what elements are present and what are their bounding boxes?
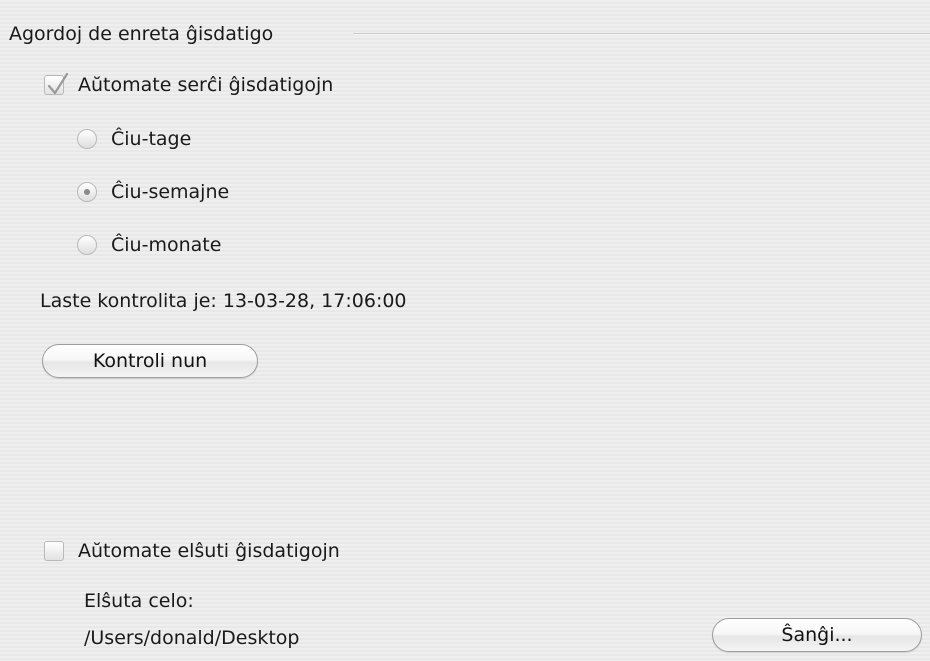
radio-weekly-button[interactable] (77, 182, 97, 202)
download-target-label: Elŝuta celo: (84, 590, 194, 612)
auto-download-checkbox[interactable] (44, 541, 64, 561)
radio-monthly-label: Ĉiu-monate (111, 234, 222, 256)
auto-check-label: Aŭtomate serĉi ĝisdatigojn (78, 74, 334, 96)
download-path: /Users/donald/Desktop (84, 627, 300, 649)
radio-selected-dot (84, 189, 90, 195)
change-button[interactable]: Ŝanĝi... (712, 618, 922, 652)
auto-check-checkbox[interactable] (44, 72, 69, 95)
auto-download-label: Aŭtomate elŝuti ĝisdatigojn (78, 540, 340, 562)
checkmark-icon (47, 72, 69, 95)
radio-monthly-button[interactable] (77, 235, 97, 255)
radio-daily-button[interactable] (77, 129, 97, 149)
radio-weekly-label: Ĉiu-semajne (111, 181, 230, 203)
radio-monthly[interactable]: Ĉiu-monate (77, 233, 221, 257)
auto-download-row[interactable]: Aŭtomate elŝuti ĝisdatigojn (44, 539, 340, 563)
auto-check-row[interactable]: Aŭtomate serĉi ĝisdatigojn (44, 72, 334, 97)
radio-daily[interactable]: Ĉiu-tage (77, 127, 191, 151)
radio-weekly[interactable]: Ĉiu-semajne (77, 180, 229, 204)
last-check-text: Laste kontrolita je: 13-03-28, 17:06:00 (40, 290, 407, 312)
group-title: Agordoj de enreta ĝisdatigo (9, 23, 274, 45)
radio-daily-label: Ĉiu-tage (111, 128, 192, 150)
check-now-button[interactable]: Kontroli nun (42, 344, 258, 378)
group-divider (353, 33, 930, 35)
